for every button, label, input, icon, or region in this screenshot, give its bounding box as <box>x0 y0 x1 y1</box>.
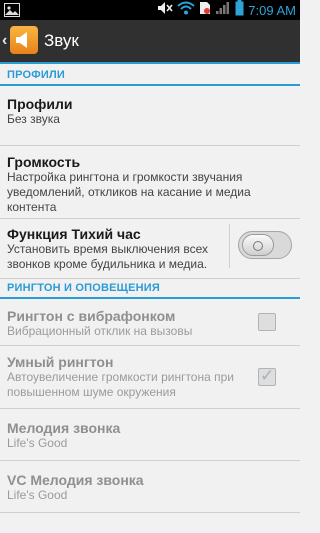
page-title: Звук <box>44 31 79 50</box>
setting-vc-ringtone-melody[interactable]: VC Мелодия звонка Life's Good <box>0 461 300 513</box>
setting-title: Функция Тихий час <box>7 226 141 242</box>
setting-title: Умный рингтон <box>7 354 114 370</box>
toggle-knob <box>242 234 274 256</box>
setting-title: VC Мелодия звонка <box>7 472 144 488</box>
checkmark-icon: ✓ <box>260 366 275 385</box>
section-header-profiles: ПРОФИЛИ <box>0 66 300 86</box>
setting-smart-ringtone[interactable]: Умный рингтон Автоувеличение громкости р… <box>0 346 300 409</box>
setting-ringtone-vibration[interactable]: Рингтон с вибрафонком Вибрационный откли… <box>0 299 300 346</box>
setting-title: Мелодия звонка <box>7 420 121 436</box>
action-bar: ‹ Звук <box>0 20 300 64</box>
clock: 7:09 AM <box>248 2 296 18</box>
setting-title: Громкость <box>7 154 81 170</box>
setting-summary: Life's Good <box>7 436 68 450</box>
setting-summary: Без звука <box>7 112 60 126</box>
quiet-time-toggle[interactable] <box>229 224 292 268</box>
settings-list: ПРОФИЛИ Профили Без звука Громкость Наст… <box>0 66 300 513</box>
setting-profiles[interactable]: Профили Без звука <box>0 86 300 146</box>
battery-icon <box>235 0 244 21</box>
ringtone-vibration-checkbox[interactable] <box>258 313 276 331</box>
sound-settings-icon[interactable] <box>10 26 38 54</box>
setting-quiet-time[interactable]: Функция Тихий час Установить время выклю… <box>0 219 300 279</box>
setting-summary: Автоувеличение громкости рингтона при по… <box>7 370 234 399</box>
setting-ringtone-melody[interactable]: Мелодия звонка Life's Good <box>0 409 300 461</box>
section-header-ringtones: РИНГТОН И ОПОВЕЩЕНИЯ <box>0 279 300 299</box>
setting-summary: Вибрационный отклик на вызовы <box>7 324 193 338</box>
signal-icon <box>215 1 231 20</box>
setting-title: Рингтон с вибрафонком <box>7 308 176 324</box>
status-bar: 7:09 AM <box>0 0 300 20</box>
setting-title: Профили <box>7 96 73 112</box>
setting-summary: Настройка рингтона и громкости звучания … <box>7 170 251 214</box>
wifi-icon <box>177 1 195 20</box>
back-chevron-icon[interactable]: ‹ <box>2 32 7 50</box>
mute-icon <box>157 1 173 20</box>
setting-summary: Установить время выключения всех звонков… <box>7 242 208 271</box>
setting-volume[interactable]: Громкость Настройка рингтона и громкости… <box>0 146 300 219</box>
smart-ringtone-checkbox[interactable]: ✓ <box>258 366 276 386</box>
setting-summary: Life's Good <box>7 488 68 502</box>
toggle-divider <box>229 224 230 268</box>
no-sim-icon <box>199 1 211 20</box>
